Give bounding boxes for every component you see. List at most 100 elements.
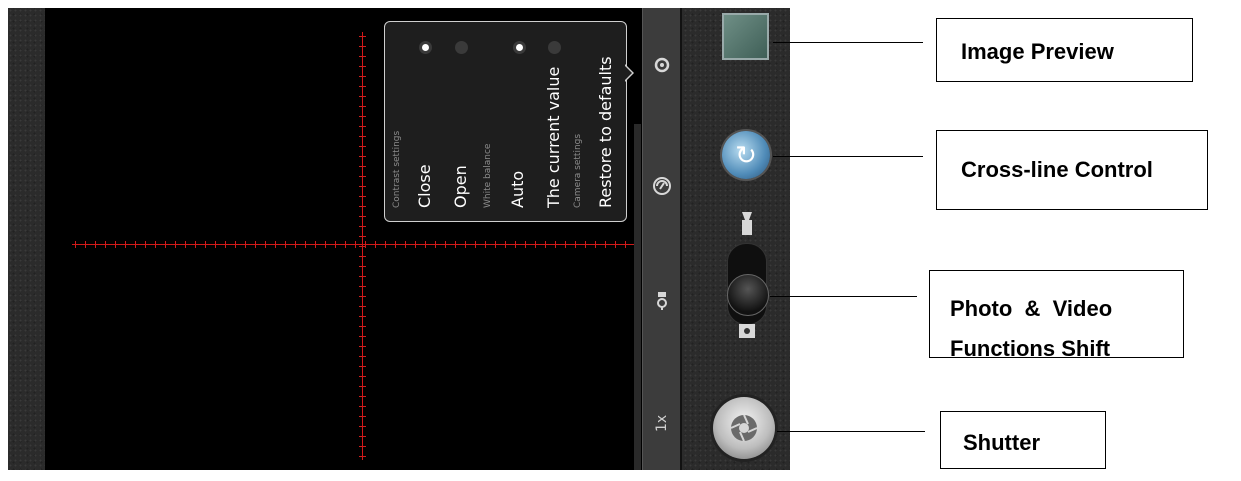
leader-line-mode-switch bbox=[770, 296, 917, 297]
crosshair-tick bbox=[345, 241, 346, 248]
crosshair-tick bbox=[359, 76, 366, 77]
crosshair-tick bbox=[359, 246, 366, 247]
crosshair-tick bbox=[125, 241, 126, 248]
crosshair-tick bbox=[359, 236, 366, 237]
radio-current-value[interactable] bbox=[548, 41, 561, 54]
callout-shutter: Shutter bbox=[940, 411, 1106, 469]
section-header-camera: Camera settings bbox=[573, 133, 583, 208]
sidebar-scroll-track[interactable] bbox=[634, 124, 641, 470]
image-preview-thumbnail[interactable] bbox=[722, 13, 769, 60]
zoom-level-label[interactable]: 1x bbox=[654, 415, 670, 432]
crosshair-tick bbox=[375, 241, 376, 248]
leader-line-preview bbox=[773, 42, 923, 43]
camera-screen: Contrast settings Close Open White balan… bbox=[8, 8, 790, 470]
shutter-button[interactable] bbox=[713, 397, 775, 459]
crosshair-tick bbox=[359, 146, 366, 147]
crosshair-tick bbox=[359, 306, 366, 307]
callout-mode-shift-line1: Photo & Video bbox=[950, 296, 1113, 321]
leader-line-shutter bbox=[777, 431, 925, 432]
crosshair-tick bbox=[359, 316, 366, 317]
crosshair-tick bbox=[425, 241, 426, 248]
crosshair-tick bbox=[485, 241, 486, 248]
switch-knob[interactable] bbox=[727, 274, 769, 316]
crosshair-tick bbox=[359, 356, 366, 357]
crosshair-tick bbox=[625, 241, 626, 248]
camera-icon bbox=[739, 324, 755, 338]
crosshair-tick bbox=[145, 241, 146, 248]
radio-open[interactable] bbox=[455, 41, 468, 54]
crosshair-tick bbox=[359, 56, 366, 57]
crosshair-tick bbox=[359, 386, 366, 387]
crosshair-tick bbox=[75, 241, 76, 248]
section-header-contrast: Contrast settings bbox=[392, 130, 402, 208]
crosshair-tick bbox=[595, 241, 596, 248]
crosshair-tick bbox=[535, 241, 536, 248]
crosshair-tick bbox=[115, 241, 116, 248]
crosshair-tick bbox=[395, 241, 396, 248]
option-close[interactable]: Close bbox=[415, 164, 434, 208]
crosshair-tick bbox=[359, 446, 366, 447]
crosshair-tick bbox=[215, 241, 216, 248]
option-current-value[interactable]: The current value bbox=[544, 67, 563, 208]
color-effect-icon[interactable] bbox=[643, 176, 680, 201]
crosshair-tick bbox=[325, 241, 326, 248]
crosshair-tick bbox=[359, 226, 366, 227]
crosshair-tick bbox=[275, 241, 276, 248]
crosshair-tick bbox=[435, 241, 436, 248]
callout-crossline-control: Cross-line Control bbox=[936, 130, 1208, 210]
aperture-icon bbox=[713, 397, 775, 459]
crosshair-tick bbox=[285, 241, 286, 248]
radio-close[interactable] bbox=[419, 41, 432, 54]
settings-menu: Contrast settings Close Open White balan… bbox=[384, 21, 627, 222]
crosshair-tick bbox=[195, 241, 196, 248]
crosshair-tick bbox=[165, 241, 166, 248]
crosshair-tick bbox=[265, 241, 266, 248]
crosshair-tick bbox=[475, 241, 476, 248]
crosshair-tick bbox=[359, 286, 366, 287]
crosshair-tick bbox=[135, 241, 136, 248]
crosshair-tick bbox=[359, 336, 366, 337]
crosshair-tick bbox=[359, 96, 366, 97]
crosshair-tick bbox=[359, 196, 366, 197]
option-restore-defaults[interactable]: Restore to defaults bbox=[596, 56, 615, 208]
rotate-icon: ↻ bbox=[735, 140, 757, 170]
crosshair-tick bbox=[495, 241, 496, 248]
section-header-white-balance: White balance bbox=[483, 143, 493, 208]
crosshair-tick bbox=[175, 241, 176, 248]
crosshair-tick bbox=[359, 46, 366, 47]
callout-image-preview: Image Preview bbox=[936, 18, 1193, 82]
crosshair-tick bbox=[355, 241, 356, 248]
option-open[interactable]: Open bbox=[451, 165, 470, 208]
menu-pointer-inner bbox=[624, 65, 632, 81]
crossline-control-button[interactable]: ↻ bbox=[722, 131, 770, 179]
crosshair-tick bbox=[359, 456, 366, 457]
crosshair-tick bbox=[455, 241, 456, 248]
crosshair-tick bbox=[359, 396, 366, 397]
crosshair-tick bbox=[359, 376, 366, 377]
settings-icon[interactable] bbox=[643, 56, 680, 79]
option-auto[interactable]: Auto bbox=[508, 171, 527, 208]
crosshair-tick bbox=[525, 241, 526, 248]
crosshair-tick bbox=[359, 106, 366, 107]
crosshair-tick bbox=[615, 241, 616, 248]
callout-shutter-text: Shutter bbox=[963, 430, 1040, 455]
crosshair-tick bbox=[315, 241, 316, 248]
crosshair-tick bbox=[305, 241, 306, 248]
crosshair-tick bbox=[359, 156, 366, 157]
crosshair-tick bbox=[359, 256, 366, 257]
white-balance-icon[interactable] bbox=[643, 291, 680, 316]
crosshair-tick bbox=[205, 241, 206, 248]
crosshair-tick bbox=[245, 241, 246, 248]
crosshair-tick bbox=[359, 36, 366, 37]
crosshair-tick bbox=[359, 206, 366, 207]
crosshair-tick bbox=[359, 276, 366, 277]
crosshair-tick bbox=[359, 416, 366, 417]
crosshair-tick bbox=[585, 241, 586, 248]
crosshair-tick bbox=[359, 436, 366, 437]
radio-auto[interactable] bbox=[513, 41, 526, 54]
crosshair-tick bbox=[359, 296, 366, 297]
crosshair-tick bbox=[225, 241, 226, 248]
crosshair-tick bbox=[95, 241, 96, 248]
crosshair-tick bbox=[405, 241, 406, 248]
crosshair-tick bbox=[505, 241, 506, 248]
